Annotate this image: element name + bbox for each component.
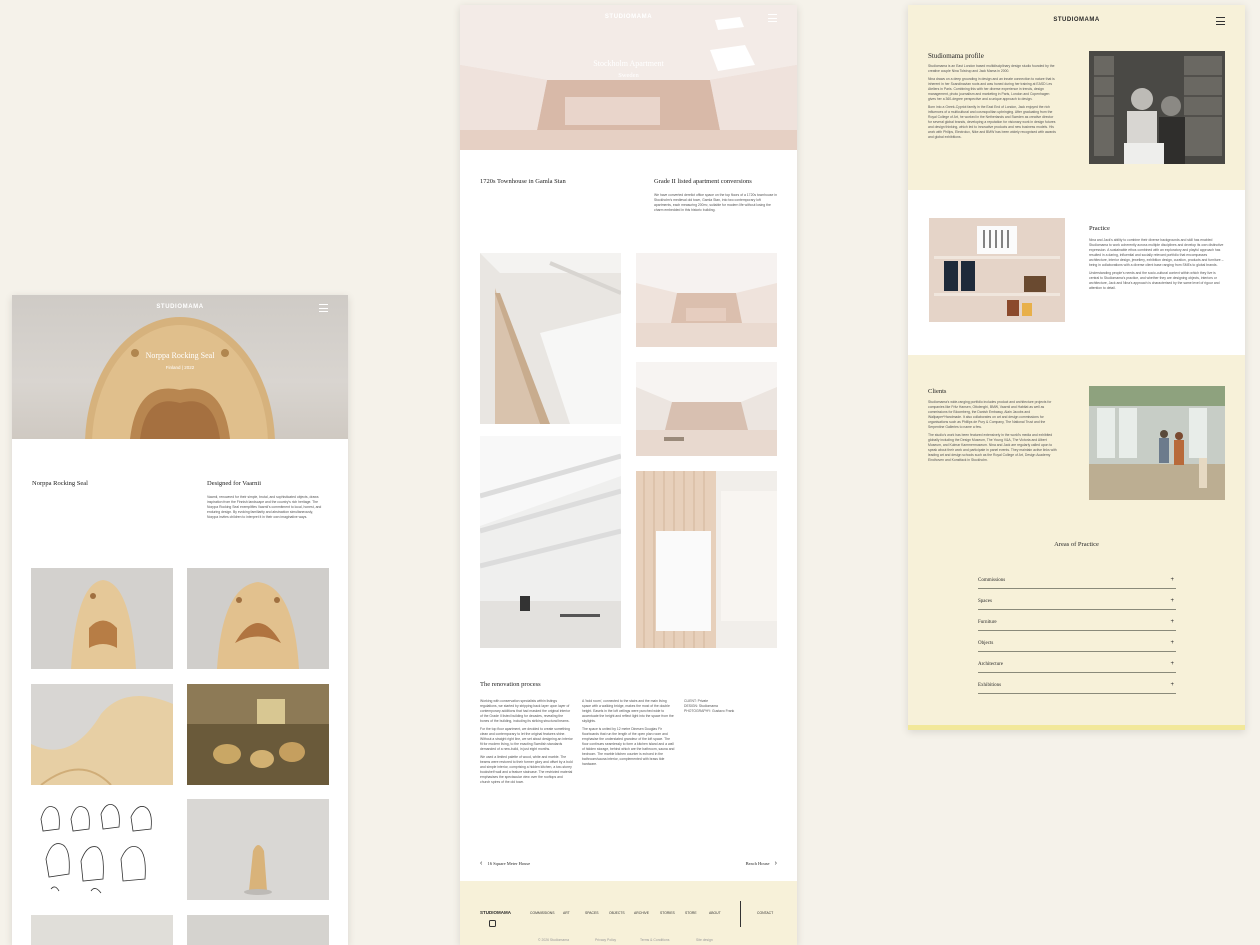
gallery-image[interactable] [187, 915, 329, 945]
footer-divider [740, 901, 741, 927]
accordion-item-exhibitions[interactable]: Exhibitions + [978, 673, 1176, 694]
renovation-column-2: A 'bold room', connected to the stairs a… [582, 699, 675, 766]
footer-nav-about[interactable]: ABOUT [709, 911, 721, 915]
gallery-image[interactable] [31, 915, 173, 945]
gallery-image[interactable] [187, 684, 329, 785]
hero-title: Stockholm Apartment [593, 59, 664, 68]
footer-nav-archive[interactable]: ARCHIVE [634, 911, 649, 915]
gallery-image[interactable] [31, 684, 173, 785]
hero-title: Norppa Rocking Seal [145, 351, 215, 360]
footer-nav-objects[interactable]: OBJECTS [609, 911, 625, 915]
project-intro: We have converted derelict office space … [654, 193, 777, 212]
accordion-item-architecture[interactable]: Architecture + [978, 652, 1176, 673]
listing-heading: Grade II listed apartment conversions [654, 178, 752, 185]
accordion-item-commissions[interactable]: Commissions + [978, 568, 1176, 589]
footer-privacy-link[interactable]: Privacy Policy [595, 938, 616, 943]
footer-logo[interactable]: STUDIOMAMA [480, 910, 511, 915]
footer-copyright: © 2026 Studiomama [538, 938, 569, 942]
gallery-image[interactable] [480, 436, 621, 648]
plus-icon: + [1170, 661, 1174, 667]
site-footer: STUDIOMAMA COMMISSIONS ART SPACES OBJECT… [460, 881, 797, 945]
plus-icon: + [1170, 598, 1174, 604]
stockholm-hero: STUDIOMAMA Stockholm Apartment Sweden [460, 5, 797, 150]
brand-logo[interactable]: STUDIOMAMA [460, 14, 797, 20]
accordion-item-furniture[interactable]: Furniture + [978, 610, 1176, 631]
project-credits: CLIENT: Private DESIGN: Studiomama PHOTO… [684, 699, 735, 713]
gallery-image[interactable] [636, 253, 777, 347]
renovation-column-1: Working with conservation specialists wi… [480, 699, 573, 784]
footer-terms-link[interactable]: Terms & Conditions [640, 938, 669, 943]
footer-accent-bar [908, 725, 1245, 730]
instagram-icon[interactable] [489, 920, 496, 927]
about-page: STUDIOMAMA Studiomama profile Studiomama… [908, 5, 1245, 730]
footer-nav: COMMISSIONS ART SPACES OBJECTS ARCHIVE S… [530, 911, 730, 917]
project-heading: Norppa Rocking Seal [32, 480, 88, 487]
accordion-item-spaces[interactable]: Spaces + [978, 589, 1176, 610]
hero-subtitle: Finland | 2022 [165, 365, 195, 370]
footer-credit-link[interactable]: Site design [696, 938, 713, 943]
project-description: Vaarnii, renowned for their simple, brut… [207, 495, 322, 519]
gallery-image[interactable] [636, 471, 777, 648]
footer-nav-commissions[interactable]: COMMISSIONS [530, 911, 555, 915]
brand-logo[interactable]: STUDIOMAMA [12, 304, 348, 310]
footer-nav-art[interactable]: ART [563, 911, 570, 915]
gallery-image[interactable] [480, 253, 621, 424]
norppa-project-page: STUDIOMAMA Norppa Rocking Seal Finland |… [12, 295, 348, 945]
plus-icon: + [1170, 577, 1174, 583]
footer-contact-link[interactable]: CONTACT [757, 911, 773, 915]
gallery-image[interactable] [31, 799, 173, 900]
chevron-right-icon: › [774, 860, 777, 867]
stockholm-project-page: STUDIOMAMA Stockholm Apartment Sweden 17… [460, 5, 797, 945]
plus-icon: + [1170, 640, 1174, 646]
chevron-left-icon: ‹ [480, 860, 483, 867]
norppa-hero: STUDIOMAMA Norppa Rocking Seal Finland |… [12, 295, 348, 439]
project-heading: 1720s Townhouse in Gamla Stan [480, 178, 566, 185]
menu-icon[interactable] [768, 14, 777, 22]
plus-icon: + [1170, 682, 1174, 688]
renovation-heading: The renovation process [480, 681, 541, 688]
gallery-image[interactable] [636, 362, 777, 456]
accordion-item-objects[interactable]: Objects + [978, 631, 1176, 652]
areas-accordion: Commissions + Spaces + Furniture + Objects +… [908, 5, 1245, 730]
footer-nav-spaces[interactable]: SPACES [585, 911, 599, 915]
gallery-image[interactable] [187, 568, 329, 669]
plus-icon: + [1170, 619, 1174, 625]
menu-icon[interactable] [319, 304, 328, 312]
gallery-image[interactable] [31, 568, 173, 669]
footer-nav-stories[interactable]: STORIES [660, 911, 675, 915]
prev-project-link[interactable]: ‹ 16 Square Meter House [480, 860, 530, 867]
footer-nav-store[interactable]: STORE [685, 911, 697, 915]
hero-subtitle: Sweden [618, 72, 639, 79]
gallery-image[interactable] [187, 799, 329, 900]
client-heading: Designed for Vaarnii [207, 480, 262, 487]
next-project-link[interactable]: Beach House › [746, 860, 777, 867]
